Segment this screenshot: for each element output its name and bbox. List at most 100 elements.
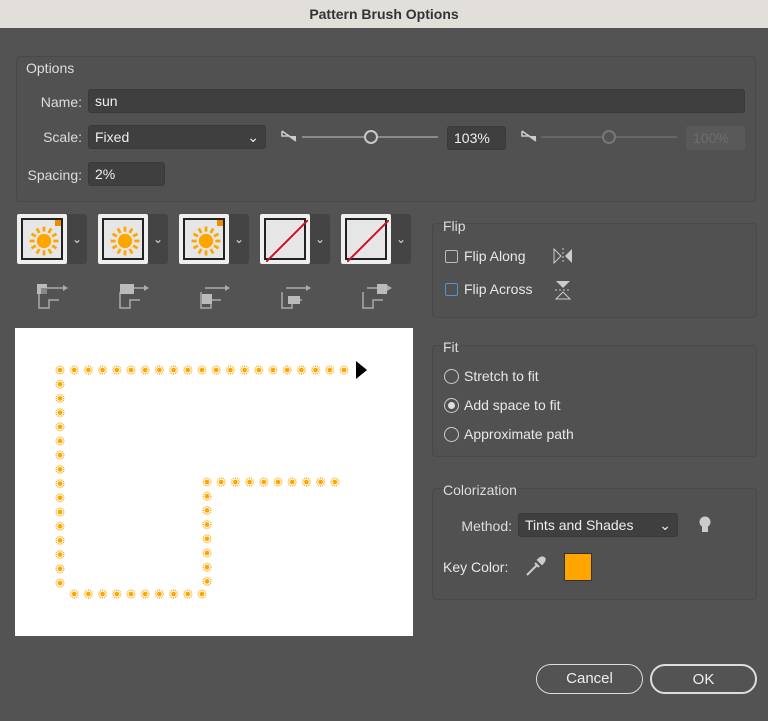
- no-tile-icon: [266, 220, 308, 262]
- sun-tile: [310, 365, 321, 375]
- sun-tile: [273, 477, 283, 487]
- fit-option-radio[interactable]: [444, 369, 459, 384]
- flip-across-checkbox[interactable]: [445, 283, 458, 296]
- end-tile-dropdown[interactable]: ⌄: [391, 214, 411, 264]
- method-label: Method:: [461, 518, 512, 534]
- flip-group: [432, 223, 757, 318]
- inner-corner-tile-dropdown[interactable]: ⌄: [229, 214, 249, 264]
- sun-tile: [55, 578, 65, 588]
- fit-group-label: Fit: [443, 339, 459, 355]
- sun-icon: [108, 224, 142, 261]
- sun-tile: [202, 477, 212, 487]
- flip-across-icon: [554, 281, 572, 300]
- sun-tile: [55, 436, 65, 446]
- name-input[interactable]: sun: [88, 89, 745, 113]
- fit-option-label: Add space to fit: [464, 397, 561, 413]
- sun-tile: [97, 589, 108, 599]
- start-tile-dropdown[interactable]: ⌄: [310, 214, 330, 264]
- fit-option-label: Approximate path: [464, 426, 574, 442]
- sun-tile: [282, 365, 292, 375]
- flip-along-checkbox[interactable]: [445, 250, 458, 263]
- sun-tile: [325, 365, 335, 375]
- method-value: Tints and Shades: [525, 517, 634, 533]
- colorization-group: [432, 488, 757, 600]
- eyedropper-icon[interactable]: [524, 556, 546, 578]
- scale-max-slider-knob: [602, 130, 616, 144]
- fit-option-radio[interactable]: [444, 427, 459, 442]
- sun-tile: [97, 365, 108, 375]
- sun-tile: [55, 379, 65, 389]
- sun-tile: [301, 477, 312, 487]
- scale-dropdown[interactable]: Fixed ⌄: [88, 125, 266, 149]
- start-tile-path-icon: [281, 285, 311, 309]
- fit-option-radio[interactable]: [444, 398, 459, 413]
- outer-corner-tile-path-icon: [37, 284, 68, 309]
- scale-max-icon: [521, 130, 537, 142]
- flip-along-label: Flip Along: [464, 248, 526, 264]
- sun-tile: [287, 477, 297, 487]
- sun-tile: [55, 549, 65, 560]
- sun-tile: [55, 493, 65, 503]
- sun-tile: [55, 450, 65, 460]
- outer-corner-tile-dropdown[interactable]: ⌄: [67, 214, 87, 264]
- sun-tile: [216, 477, 226, 487]
- tips-lightbulb-icon[interactable]: [698, 515, 712, 535]
- scale-slider-knob[interactable]: [364, 130, 378, 144]
- no-tile-icon: [347, 220, 389, 262]
- end-tile[interactable]: [341, 214, 391, 264]
- sun-icon: [27, 224, 61, 261]
- key-color-swatch[interactable]: [564, 553, 592, 581]
- sun-tile: [239, 365, 250, 375]
- chevron-down-icon: ⌄: [247, 129, 259, 145]
- flip-across-label: Flip Across: [464, 281, 533, 297]
- outer-corner-tile[interactable]: [17, 214, 67, 264]
- sun-tile: [83, 589, 94, 599]
- sun-tile: [55, 535, 65, 546]
- sun-tile: [202, 548, 212, 558]
- path-end-arrow: [356, 361, 367, 379]
- sun-tile: [55, 365, 65, 375]
- sun-tile: [168, 589, 179, 599]
- sun-tile: [244, 477, 255, 487]
- sun-tile: [183, 589, 193, 599]
- sun-tile: [330, 477, 340, 487]
- scale-percent-input[interactable]: 103%: [447, 126, 506, 150]
- flip-group-label: Flip: [443, 218, 466, 234]
- spacing-input[interactable]: 2%: [88, 162, 165, 186]
- side-tile-dropdown[interactable]: ⌄: [148, 214, 168, 264]
- sun-tile: [197, 365, 207, 375]
- sun-tile: [268, 365, 278, 375]
- scale-value: Fixed: [95, 129, 130, 145]
- sun-tile: [202, 491, 212, 501]
- sun-tile: [183, 365, 193, 375]
- ok-button[interactable]: OK: [650, 664, 757, 694]
- sun-tile: [202, 519, 212, 530]
- start-tile[interactable]: [260, 214, 310, 264]
- preview-area: [15, 328, 413, 636]
- sun-tile: [315, 477, 326, 487]
- sun-tile: [296, 365, 307, 375]
- sun-icon: [189, 224, 223, 261]
- options-group-label: Options: [26, 60, 75, 76]
- inner-corner-tile[interactable]: [179, 214, 229, 264]
- sun-tile: [55, 521, 65, 531]
- cancel-button[interactable]: Cancel: [536, 664, 643, 694]
- sun-tile: [55, 422, 65, 432]
- key-color-label: Key Color:: [443, 559, 509, 575]
- sun-tile: [154, 589, 165, 599]
- sun-tile: [168, 365, 179, 375]
- side-tile-path-icon: [119, 284, 149, 309]
- chevron-down-icon: ⌄: [659, 517, 671, 533]
- sun-tile: [230, 477, 241, 487]
- sun-tile: [211, 365, 221, 375]
- side-tile[interactable]: [98, 214, 148, 264]
- flip-along-icon: [553, 247, 572, 265]
- scale-max-percent-input: 100%: [686, 126, 745, 150]
- sun-tile: [55, 478, 65, 489]
- method-dropdown[interactable]: Tints and Shades ⌄: [518, 513, 678, 537]
- sun-tile: [197, 589, 207, 599]
- sun-tile: [83, 365, 94, 375]
- sun-tile: [126, 365, 136, 375]
- sun-tile: [225, 365, 236, 375]
- sun-tile: [55, 407, 65, 418]
